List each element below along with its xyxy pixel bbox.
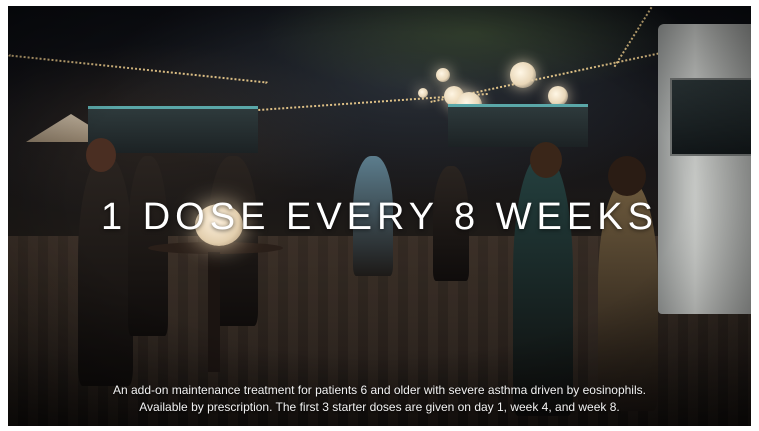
disclaimer-line-1: An add-on maintenance treatment for pati… — [113, 383, 646, 397]
background-photo: 1 DOSE EVERY 8 WEEKS An add-on maintenan… — [8, 6, 751, 426]
disclaimer-line-2: Available by prescription. The first 3 s… — [139, 400, 620, 414]
headline: 1 DOSE EVERY 8 WEEKS — [101, 196, 658, 238]
disclaimer-caption: An add-on maintenance treatment for pati… — [8, 382, 751, 416]
